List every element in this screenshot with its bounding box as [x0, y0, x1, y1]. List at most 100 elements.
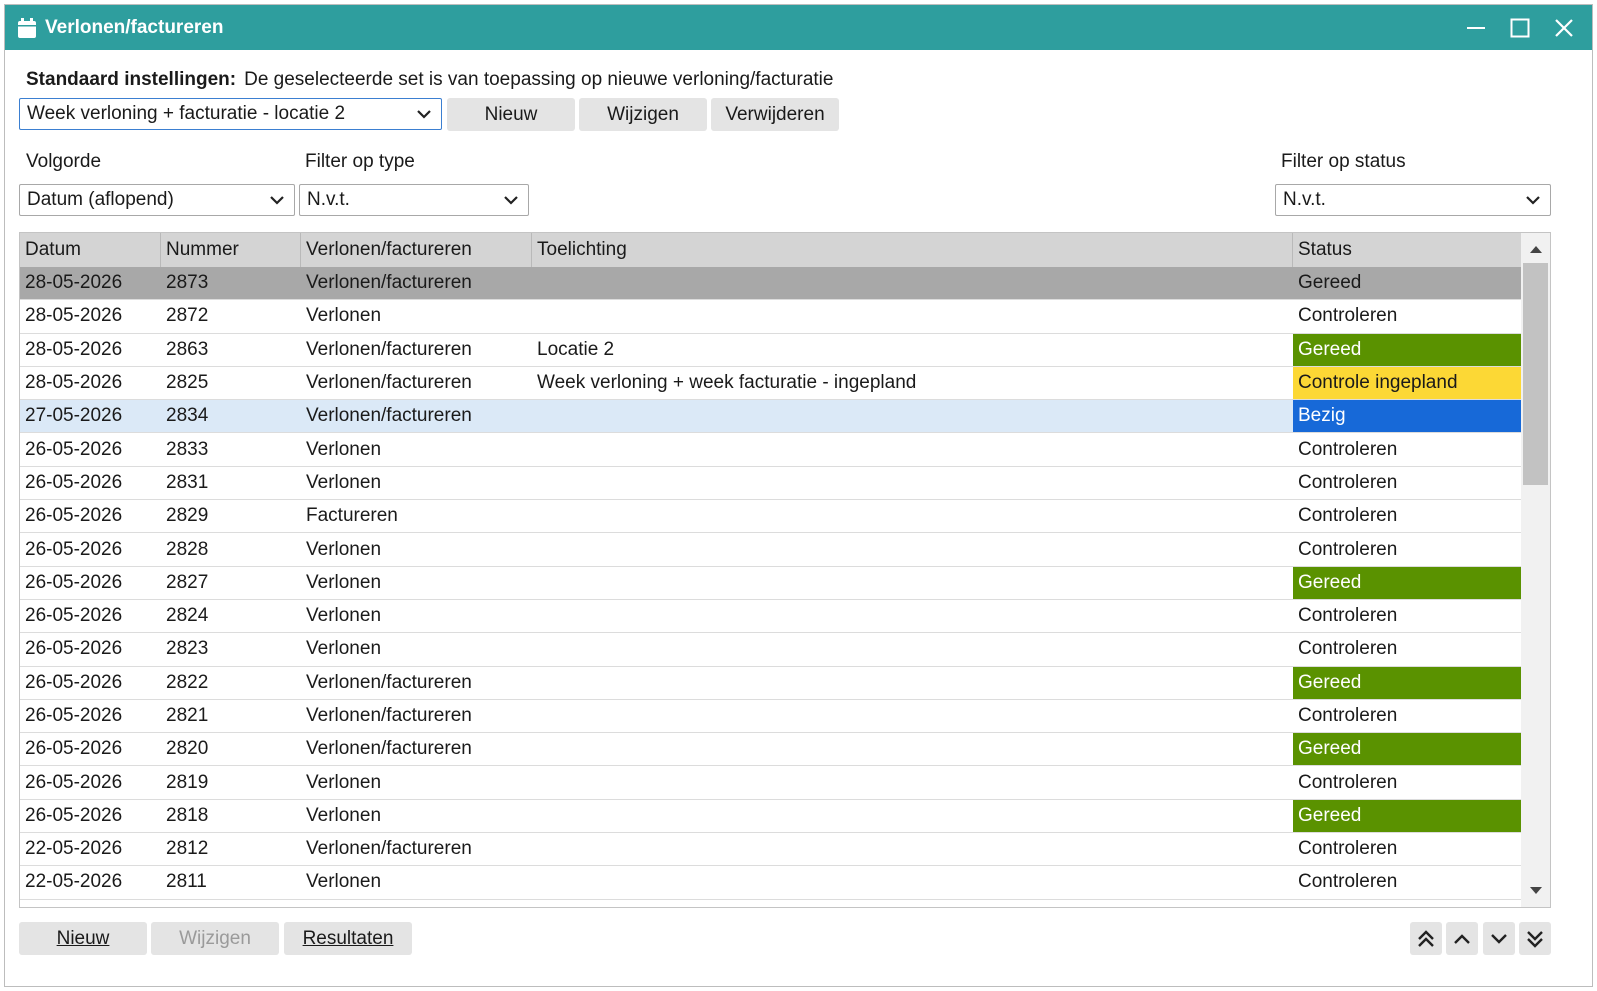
results-label: Resultaten: [302, 927, 394, 949]
table-row[interactable]: 26-05-2026 2831 Verlonen Controleren: [20, 466, 1521, 501]
settings-set-value: Week verloning + facturatie - locatie 2: [27, 103, 346, 124]
cell-datum: 26-05-2026: [25, 738, 123, 760]
table-row[interactable]: 26-05-2026 2824 Verlonen Controleren: [20, 599, 1521, 634]
column-header-type[interactable]: Verlonen/factureren: [301, 233, 532, 267]
cell-toelichting: [532, 766, 1293, 798]
cell-datum: 28-05-2026: [25, 372, 123, 394]
cell-nummer: 2811: [166, 871, 207, 893]
cell-type: Verlonen: [306, 638, 382, 660]
cell-status: Gereed: [1293, 566, 1521, 599]
cell-toelichting: [532, 667, 1293, 699]
cell-status: Controleren: [1298, 838, 1398, 860]
scroll-up-icon[interactable]: [1521, 235, 1550, 263]
column-header-toelichting[interactable]: Toelichting: [532, 233, 1293, 267]
order-select[interactable]: Datum (aflopend): [19, 184, 295, 216]
scrollbar-thumb[interactable]: [1523, 263, 1548, 485]
table-row[interactable]: 28-05-2026 2872 Verlonen Controleren: [20, 300, 1521, 334]
chevron-up-icon[interactable]: [1446, 922, 1478, 955]
cell-toelichting: [532, 533, 1293, 565]
type-filter-select[interactable]: N.v.t.: [299, 184, 529, 216]
table-row[interactable]: 28-05-2026 2873 Verlonen/factureren Gereed: [20, 267, 1521, 301]
cell-toelichting: Week verloning + week facturatie - ingep…: [537, 372, 917, 394]
window-title: Verlonen/factureren: [45, 16, 224, 38]
cell-nummer: 2821: [166, 705, 209, 726]
calendar-icon: [18, 17, 36, 38]
settings-set-select[interactable]: Week verloning + facturatie - locatie 2: [19, 98, 442, 130]
cell-status: Gereed: [1293, 666, 1521, 699]
column-header-status[interactable]: Status: [1293, 233, 1521, 267]
table-row[interactable]: 26-05-2026 2822 Verlonen/factureren Gereed: [20, 666, 1521, 700]
cell-status: Controle ingepland: [1293, 366, 1521, 400]
new-button[interactable]: Nieuw: [19, 922, 147, 955]
cell-type: Verlonen/factureren: [306, 272, 472, 294]
cell-toelichting: [532, 433, 1293, 465]
table-row[interactable]: 26-05-2026 2821 Verlonen/factureren Control…: [20, 699, 1521, 734]
double-chevron-down-icon[interactable]: [1519, 922, 1551, 955]
table-row[interactable]: 26-05-2026 2827 Verlonen Gereed: [20, 566, 1521, 600]
table-row[interactable]: 22-05-2026 2811 Verlonen Controleren: [20, 866, 1521, 900]
maximize-icon[interactable]: [1498, 5, 1542, 50]
cell-nummer: 2872: [166, 305, 209, 327]
cell-datum: 26-05-2026: [25, 771, 123, 793]
cell-type: Verlonen: [306, 471, 382, 493]
chevron-down-icon[interactable]: [1483, 922, 1515, 955]
cell-toelichting: Locatie 2: [537, 338, 615, 360]
table-row[interactable]: 26-05-2026 2820 Verlonen/factureren Gereed: [20, 733, 1521, 767]
cell-toelichting: [532, 700, 1293, 732]
table-row[interactable]: 26-05-2026 2829 Factureren Controleren: [20, 500, 1521, 534]
scroll-down-icon[interactable]: [1521, 877, 1550, 905]
settings-new-button[interactable]: Nieuw: [447, 98, 575, 131]
cell-nummer: 2823: [166, 638, 209, 660]
cell-status: Controleren: [1298, 705, 1398, 726]
status-filter-label: Filter op status: [1281, 151, 1406, 172]
cell-status: Controleren: [1298, 305, 1398, 327]
type-filter-value: N.v.t.: [307, 189, 350, 210]
settings-edit-label: Wijzigen: [607, 103, 679, 125]
cell-datum: 28-05-2026: [25, 305, 123, 327]
cell-datum: 27-05-2026: [25, 405, 123, 427]
table-row[interactable]: 26-05-2026 2819 Verlonen Controleren: [20, 766, 1521, 800]
column-header-nummer[interactable]: Nummer: [161, 233, 301, 267]
table-row[interactable]: 27-05-2026 2834 Verlonen/factureren Bezig: [20, 400, 1521, 434]
settings-edit-button[interactable]: Wijzigen: [579, 98, 707, 131]
table-row[interactable]: 22-05-2026 2812 Verlonen/factureren Control…: [20, 833, 1521, 867]
cell-status: Gereed: [1298, 272, 1362, 294]
table-row[interactable]: 26-05-2026 2828 Verlonen Controleren: [20, 533, 1521, 567]
cell-type: Verlonen/factureren: [306, 405, 472, 427]
status-filter-select[interactable]: N.v.t.: [1275, 184, 1551, 216]
settings-delete-button[interactable]: Verwijderen: [711, 98, 839, 131]
cell-status: Controleren: [1298, 438, 1398, 460]
double-chevron-up-icon[interactable]: [1410, 922, 1442, 955]
table-row[interactable]: 26-05-2026 2818 Verlonen Gereed: [20, 799, 1521, 834]
cell-status: Controleren: [1298, 471, 1398, 493]
minimize-icon[interactable]: [1454, 5, 1498, 50]
cell-nummer: 2822: [166, 671, 209, 693]
settings-description: Standaard instellingen: De geselecteerde …: [26, 69, 833, 91]
table-row[interactable]: 26-05-2026 2833 Verlonen Controleren: [20, 433, 1521, 467]
cell-toelichting: [532, 733, 1293, 765]
table-row[interactable]: 28-05-2026 2825 Verlonen/factureren Week ve…: [20, 366, 1521, 401]
new-label: Nieuw: [56, 927, 110, 949]
cell-nummer: 2833: [166, 438, 209, 460]
edit-button[interactable]: Wijzigen: [151, 922, 279, 955]
cell-type: Verlonen: [306, 571, 382, 593]
cell-type: Verlonen: [306, 305, 382, 327]
settings-delete-label: Verwijderen: [725, 103, 825, 125]
results-button[interactable]: Resultaten: [284, 922, 412, 955]
vertical-scrollbar[interactable]: [1521, 233, 1550, 907]
cell-nummer: 2831: [166, 471, 209, 493]
table-row[interactable]: 26-05-2026 2823 Verlonen Controleren: [20, 633, 1521, 667]
close-icon[interactable]: [1542, 5, 1586, 50]
cell-toelichting: [532, 567, 1293, 599]
cell-toelichting: [532, 800, 1293, 832]
cell-datum: 26-05-2026: [25, 471, 123, 493]
column-header-datum[interactable]: Datum: [20, 233, 161, 267]
cell-toelichting: [532, 833, 1293, 865]
results-table: Datum Nummer Verlonen/factureren Toelich…: [19, 232, 1551, 908]
table-row[interactable]: 28-05-2026 2863 Verlonen/factureren Locatie…: [20, 333, 1521, 367]
cell-type: Verlonen: [306, 771, 382, 793]
cell-type: Verlonen: [306, 804, 382, 826]
cell-toelichting: [532, 866, 1293, 898]
cell-type: Verlonen/factureren: [306, 372, 472, 394]
edit-label: Wijzigen: [179, 927, 251, 949]
